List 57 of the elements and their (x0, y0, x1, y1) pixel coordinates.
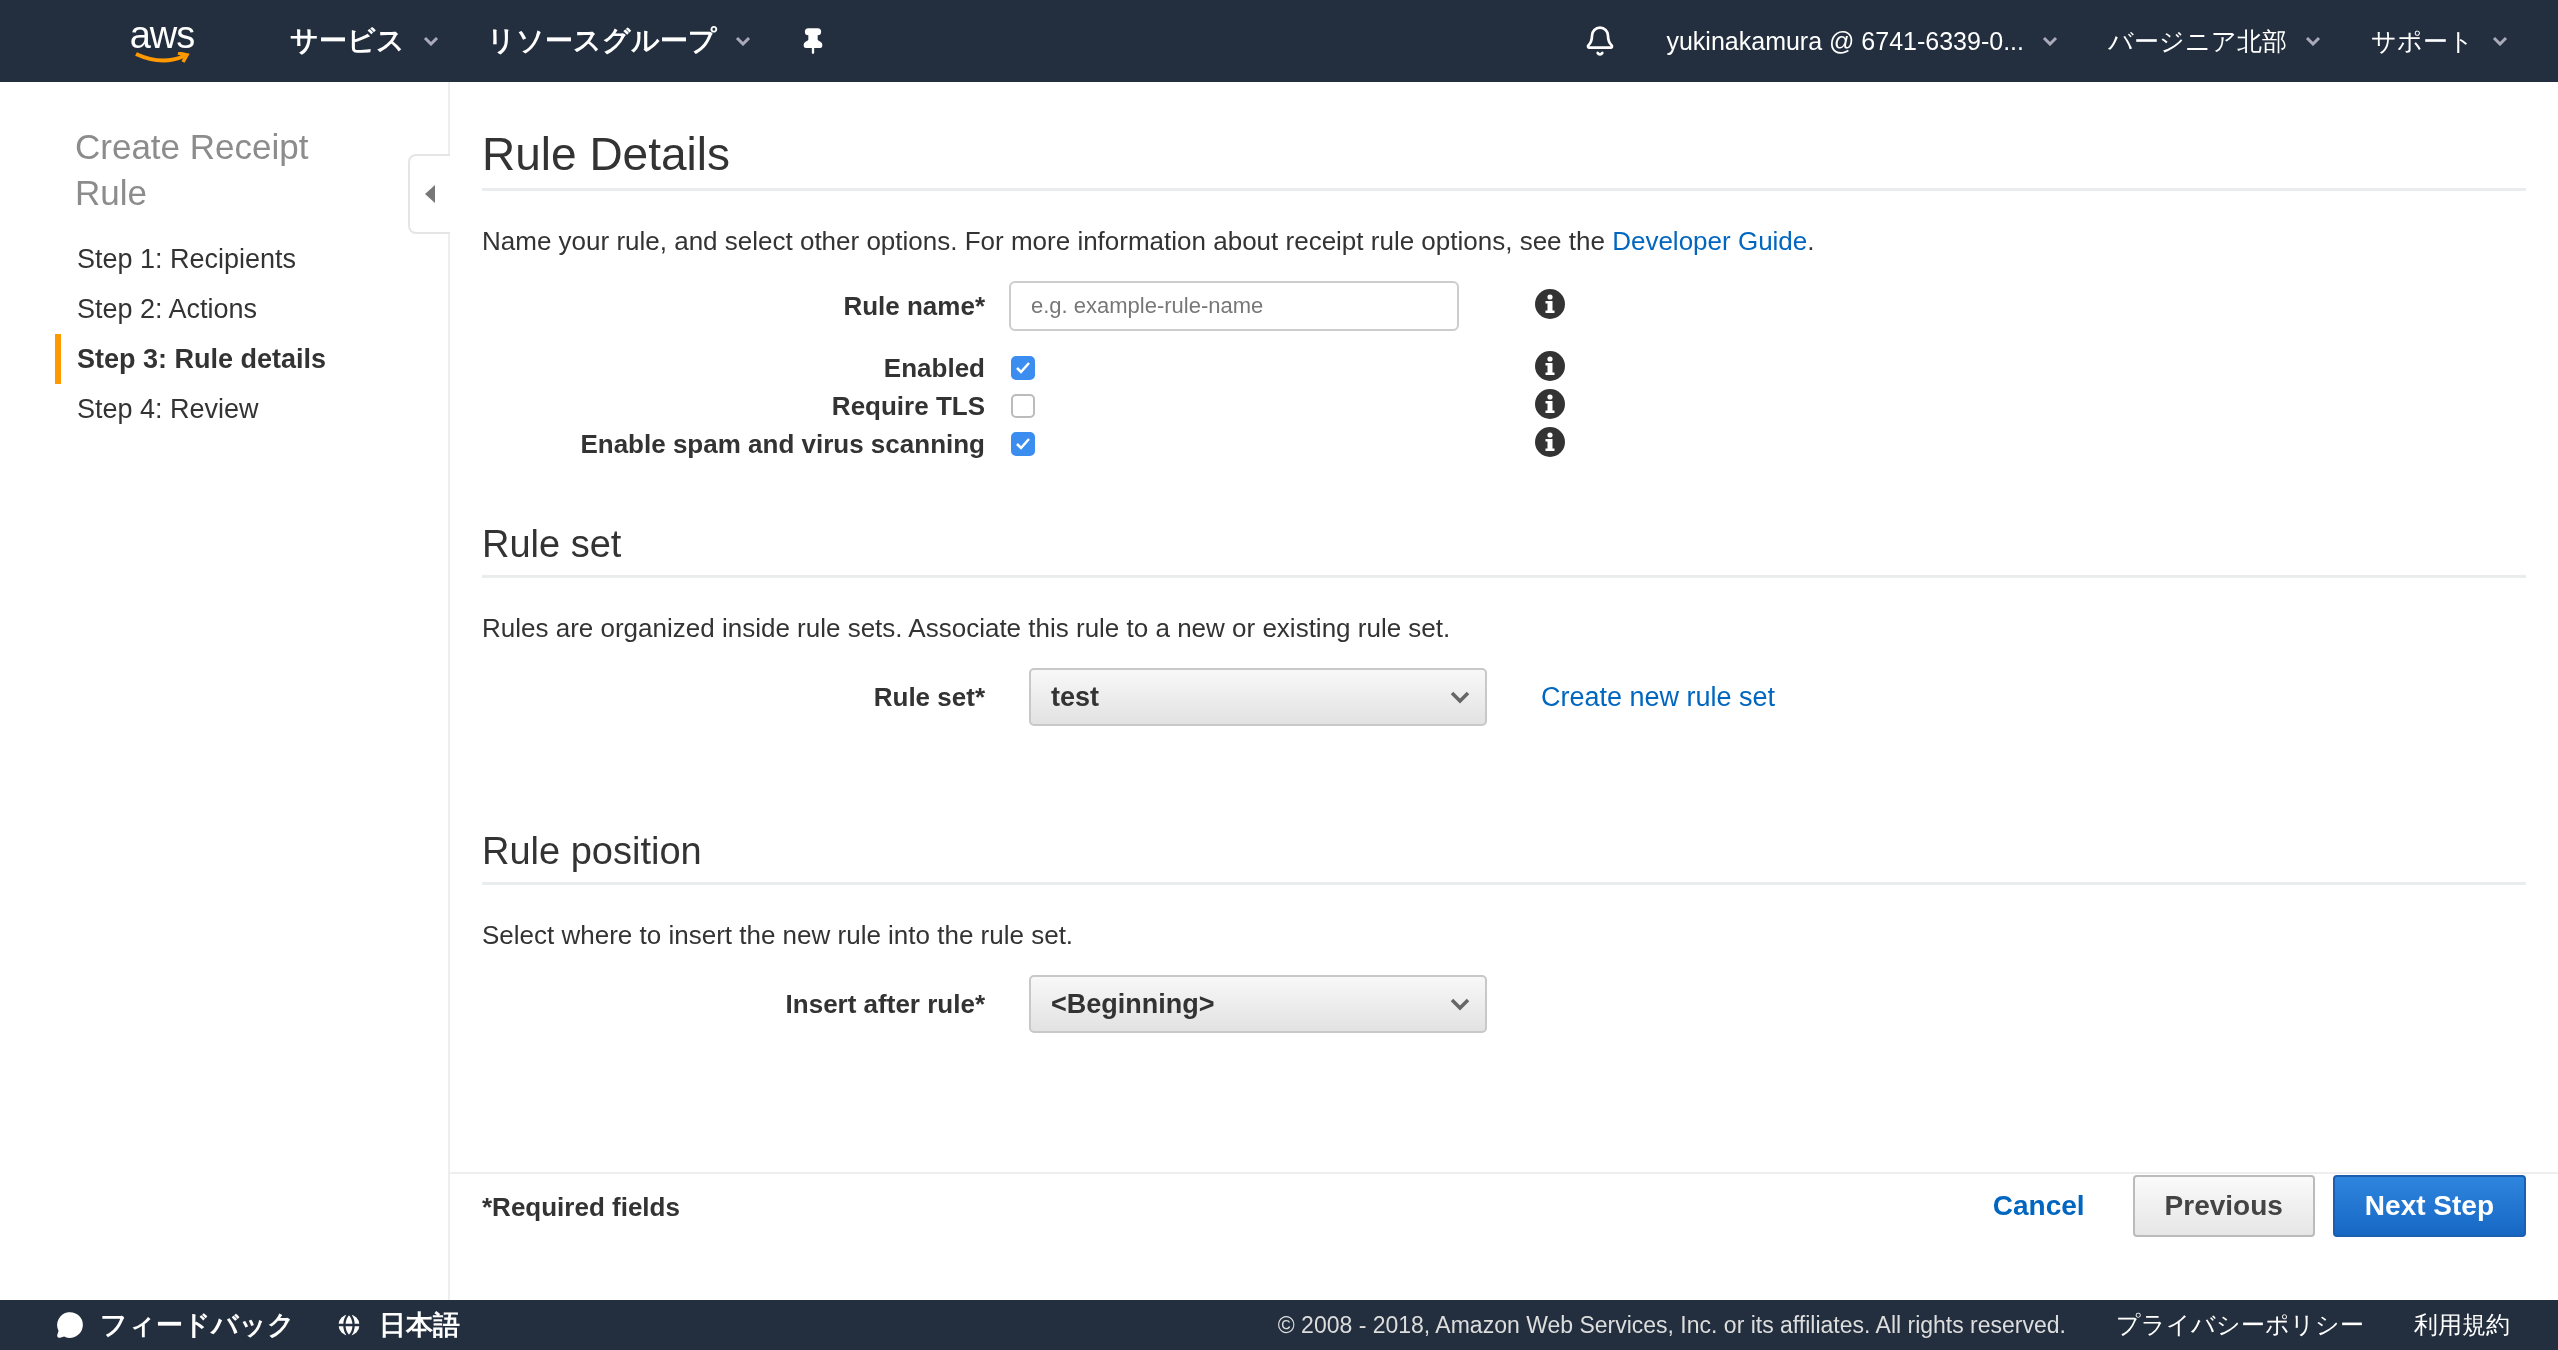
field-label: Rule set* (872, 681, 985, 713)
section-description: Name your rule, and select other options. For more information about receipt rule options, see the Developer Guide. (482, 225, 1816, 257)
checkbox[interactable] (1011, 432, 1035, 456)
copyright-text: © 2008 - 2018, Amazon Web Services, Inc. or its affiliates. All rights reserved. (1277, 1311, 2066, 1339)
info-icon[interactable] (1535, 351, 1565, 381)
checkmark-icon (1015, 361, 1031, 375)
nav-menu[interactable]: リソースグループ (487, 22, 751, 60)
required-fields-note: *Required fields (482, 1192, 681, 1223)
option-label: Require TLS (830, 390, 985, 422)
step-link[interactable]: Step 3: Rule details (55, 334, 448, 384)
aws-logo[interactable]: aws (120, 18, 204, 64)
rule-name-field[interactable]: e.g. example-rule-name (1009, 281, 1459, 331)
footer-link[interactable]: 利用規約 (2414, 1309, 2510, 1341)
chevron-down-icon (1449, 997, 1471, 1011)
step-button[interactable]: Previous (2132, 1175, 2315, 1237)
option-label: Enabled (882, 352, 985, 384)
info-icon[interactable] (1535, 389, 1565, 419)
info-icon[interactable] (1535, 289, 1565, 319)
developer-guide-link[interactable]: Developer Guide (1612, 226, 1808, 256)
sidebar-title: Create Receipt Rule (75, 126, 310, 214)
checkbox[interactable] (1011, 356, 1035, 380)
step-link[interactable]: Step 4: Review (55, 384, 448, 434)
collapse-sidebar-button[interactable] (408, 154, 450, 234)
section-description: Rules are organized inside rule sets. Associate this rule to a new or existing rule set. (482, 612, 1452, 644)
caret-icon (735, 36, 751, 46)
feedback-link[interactable]: フィードバック (56, 1307, 295, 1343)
speech-bubble-icon (56, 1311, 84, 1339)
section-title: Rule Details (482, 82, 2526, 191)
support-menu[interactable]: サポート (2371, 24, 2508, 58)
field-label: Rule name* (842, 290, 985, 322)
rule-set-dropdown[interactable]: test (1029, 668, 1487, 726)
info-icon[interactable] (1535, 427, 1565, 457)
region-menu[interactable]: バージニア北部 (2108, 24, 2321, 58)
caret-icon (2492, 36, 2508, 46)
section-title: Rule set (482, 519, 2526, 578)
cancel-link[interactable]: Cancel (1962, 1175, 2115, 1237)
step-link[interactable]: Step 2: Actions (55, 284, 448, 334)
insert-after-dropdown[interactable]: <Beginning> (1029, 975, 1487, 1033)
chevron-down-icon (1449, 690, 1471, 704)
nav-menu[interactable]: サービス (290, 22, 439, 60)
language-link[interactable]: 日本語 (335, 1307, 460, 1343)
account-menu[interactable]: yukinakamura @ 6741-6339-0... (1666, 26, 2058, 56)
option-label: Enable spam and virus scanning (579, 428, 985, 460)
section-title: Rule position (482, 826, 2526, 885)
caret-left-icon (424, 184, 436, 204)
create-rule-set-link[interactable]: Create new rule set (1541, 681, 1776, 713)
checkmark-icon (1015, 437, 1031, 451)
step-button[interactable]: Next Step (2332, 1175, 2526, 1237)
globe-icon (335, 1311, 363, 1339)
footer-link[interactable]: プライバシーポリシー (2116, 1309, 2364, 1341)
caret-icon (2042, 36, 2058, 46)
step-link[interactable]: Step 1: Recipients (55, 234, 448, 284)
field-label: Insert after rule* (784, 988, 985, 1020)
section-description: Select where to insert the new rule into the rule set. (482, 919, 1075, 951)
checkbox[interactable] (1011, 394, 1035, 418)
caret-icon (423, 36, 439, 46)
caret-icon (2305, 36, 2321, 46)
